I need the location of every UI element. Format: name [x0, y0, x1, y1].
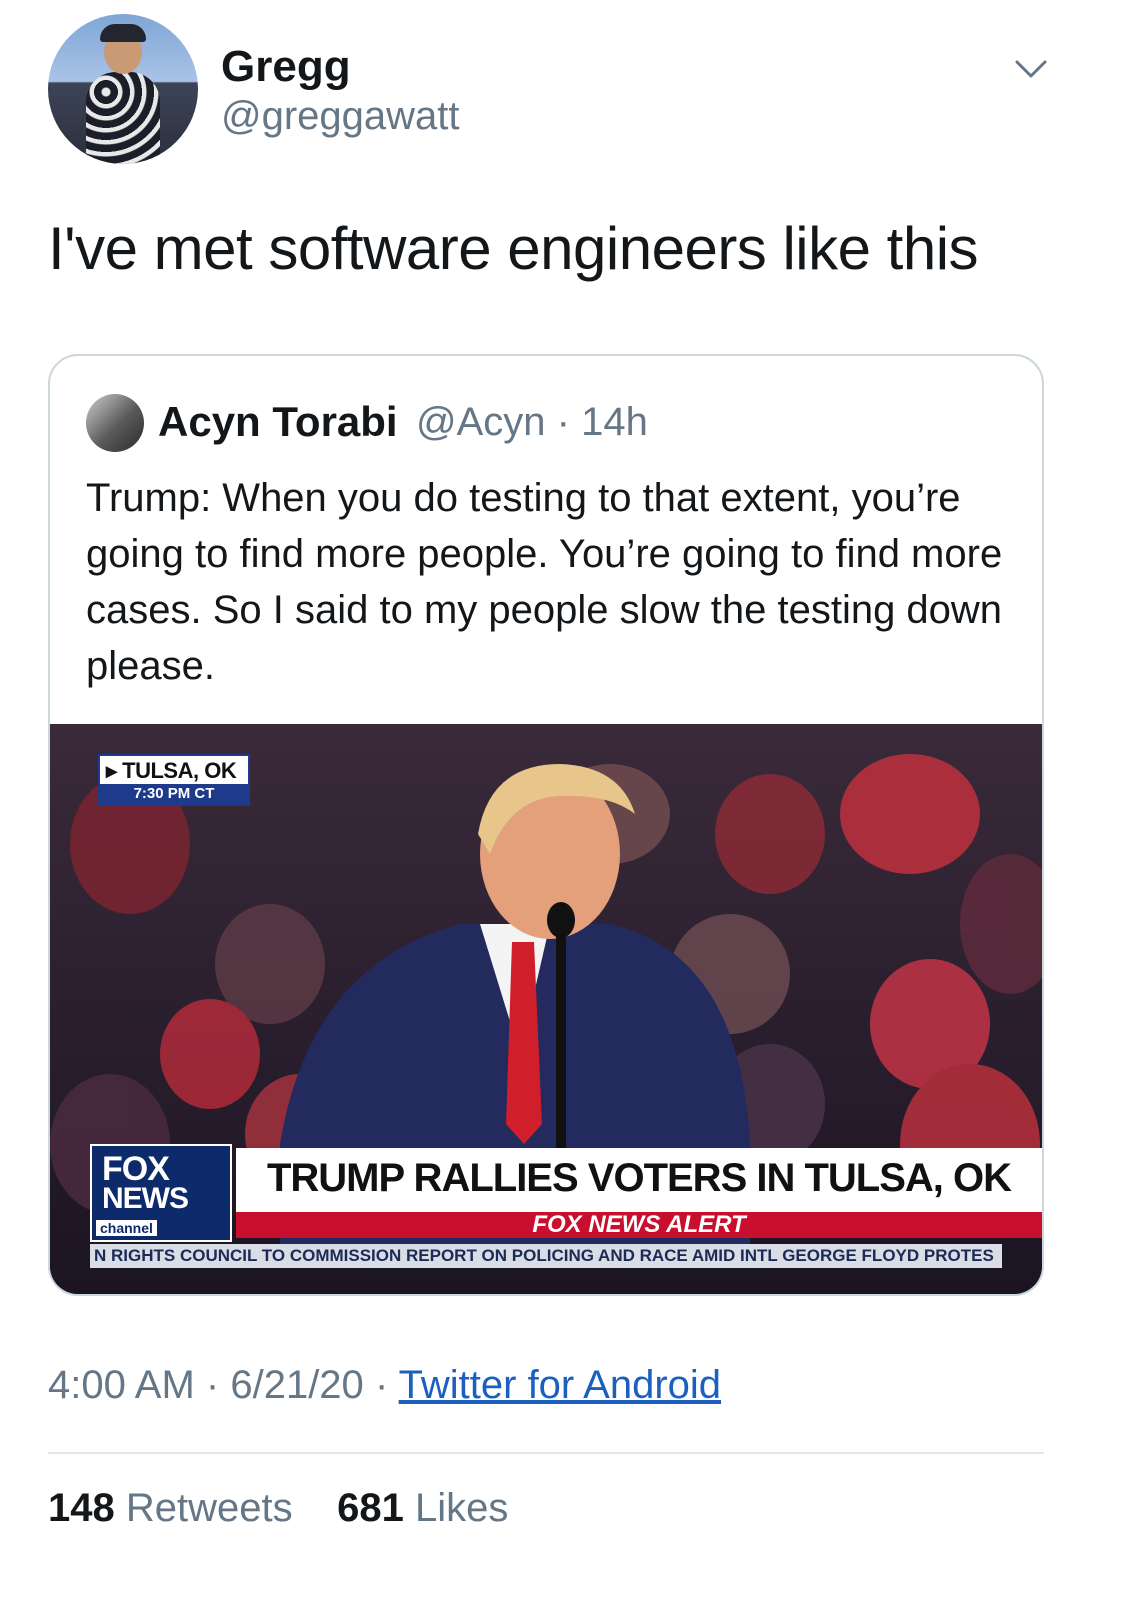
tweet-timestamp: 4:00 AM · 6/21/20 · Twitter for Android — [48, 1363, 721, 1408]
timestamp-dot: · — [205, 1363, 220, 1407]
author-name[interactable]: Gregg — [221, 42, 351, 92]
retweets-count: 148 — [48, 1486, 115, 1530]
avatar-cap — [100, 24, 146, 42]
tweet-source-link[interactable]: Twitter for Android — [399, 1363, 721, 1407]
likes-stat[interactable]: 681 Likes — [337, 1486, 508, 1530]
retweets-stat[interactable]: 148 Retweets — [48, 1486, 293, 1530]
news-ticker: N RIGHTS COUNCIL TO COMMISSION REPORT ON… — [90, 1244, 1002, 1268]
chevron-down-icon[interactable] — [1013, 52, 1049, 88]
avatar-shirt — [86, 72, 160, 164]
quoted-author-name[interactable]: Acyn Torabi — [158, 398, 398, 446]
tweet-time[interactable]: 4:00 AM — [48, 1363, 195, 1407]
quoted-age: 14h — [581, 400, 648, 444]
quoted-tweet[interactable]: Acyn Torabi @Acyn · 14h Trump: When you … — [48, 354, 1044, 1296]
headline-text: TRUMP RALLIES VOTERS IN TULSA, OK — [266, 1156, 1012, 1200]
headline-banner: TRUMP RALLIES VOTERS IN TULSA, OK — [236, 1148, 1042, 1212]
quoted-avatar[interactable] — [86, 394, 144, 452]
location-tag: ▸ TULSA, OK 7:30 PM CT — [98, 754, 250, 806]
alert-text: FOX NEWS ALERT — [532, 1211, 746, 1238]
meta-dot: · — [556, 400, 570, 444]
tweet-text: I've met software engineers like this — [48, 215, 979, 282]
ticker-text: N RIGHTS COUNCIL TO COMMISSION REPORT ON… — [94, 1246, 994, 1265]
timestamp-dot-2: · — [374, 1363, 389, 1407]
likes-label: Likes — [414, 1486, 509, 1530]
quoted-video[interactable]: ▸ TULSA, OK 7:30 PM CT FOX NEWS channel … — [50, 724, 1042, 1294]
location-text: ▸ TULSA, OK — [106, 758, 237, 783]
author-avatar[interactable] — [48, 14, 198, 164]
likes-count: 681 — [337, 1486, 404, 1530]
quoted-handle[interactable]: @Acyn — [416, 400, 546, 444]
alert-bar: FOX NEWS ALERT — [236, 1212, 1042, 1238]
tweet-stats: 148 Retweets 681 Likes — [48, 1486, 508, 1531]
quoted-meta: @Acyn · 14h — [416, 400, 648, 445]
logo-line1: FOX — [102, 1150, 170, 1188]
logo-line3: channel — [96, 1220, 157, 1236]
fox-news-logo: FOX NEWS channel — [90, 1144, 232, 1242]
quoted-text: Trump: When you do testing to that exten… — [86, 476, 1003, 688]
logo-line2: NEWS — [102, 1182, 189, 1215]
location-time: 7:30 PM CT — [100, 784, 248, 804]
lower-third: FOX NEWS channel TRUMP RALLIES VOTERS IN… — [90, 1144, 1042, 1244]
tweet-header: Gregg @greggawatt — [48, 14, 1088, 164]
retweets-label: Retweets — [125, 1486, 293, 1530]
author-handle[interactable]: @greggawatt — [221, 94, 460, 139]
divider — [48, 1452, 1044, 1454]
tweet-date[interactable]: 6/21/20 — [230, 1363, 363, 1407]
